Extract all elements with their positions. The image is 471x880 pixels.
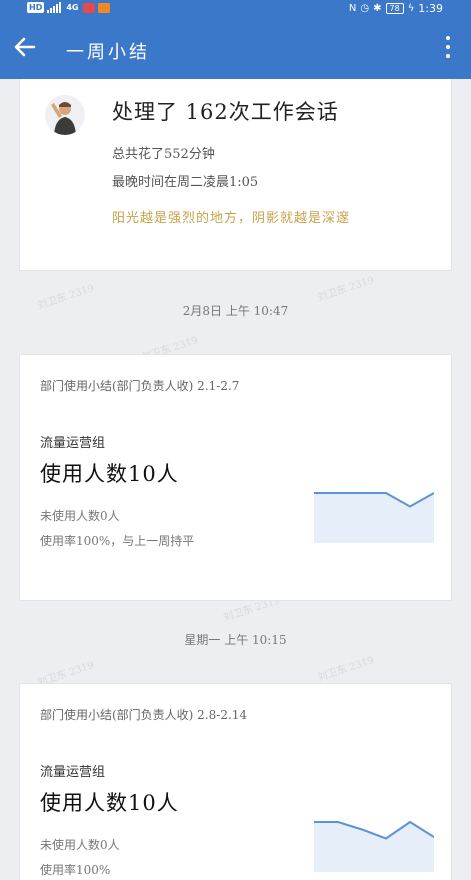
summary-latest-time: 最晚时间在周二凌晨1:05 bbox=[112, 175, 259, 190]
person-salute-icon bbox=[51, 102, 76, 135]
watermark: 刘卫东 2319 bbox=[316, 275, 376, 304]
report-header: 部门使用小结(部门负责人收) 2.8-2.14 bbox=[40, 708, 248, 722]
report-header: 部门使用小结(部门负责人收) 2.1-2.7 bbox=[40, 379, 240, 393]
message-timestamp: 星期一 上午 10:15 bbox=[184, 633, 287, 647]
usage-trend-sparkline bbox=[314, 492, 434, 543]
app-bar: 一周小结 bbox=[0, 18, 471, 79]
report-unused-count: 未使用人数0人 bbox=[40, 838, 120, 852]
battery-icon: 78 bbox=[385, 3, 404, 14]
summary-title: 处理了 162次工作会话 bbox=[112, 100, 339, 124]
page-title: 一周小结 bbox=[66, 42, 150, 63]
report-user-count: 使用人数10人 bbox=[40, 791, 179, 815]
status-time: 1:39 bbox=[418, 2, 443, 15]
more-vert-icon bbox=[443, 36, 453, 58]
summary-quote: 阳光越是强烈的地方，阴影就越是深邃 bbox=[112, 211, 351, 226]
usage-trend-sparkline bbox=[314, 820, 434, 872]
sparkline-area bbox=[314, 493, 434, 543]
bluetooth-icon: ✱ bbox=[373, 3, 382, 14]
report-group-name: 流量运营组 bbox=[40, 436, 106, 451]
nfc-icon: N bbox=[348, 3, 357, 14]
summary-total-time: 总共花了552分钟 bbox=[112, 147, 215, 162]
message-timestamp: 2月8日 上午 10:47 bbox=[182, 304, 289, 318]
report-usage-rate: 使用率100%，与上一周持平 bbox=[40, 534, 195, 548]
notification-icon bbox=[83, 2, 96, 13]
department-report-card[interactable]: 部门使用小结(部门负责人收) 2.8-2.14 流量运营组 使用人数10人 未使… bbox=[19, 683, 452, 880]
charging-icon: ϟ bbox=[407, 3, 415, 14]
avatar bbox=[45, 95, 85, 135]
weekly-summary-card[interactable]: 处理了 162次工作会话 总共花了552分钟 最晚时间在周二凌晨1:05 阳光越… bbox=[19, 79, 452, 271]
alarm-icon: ◷ bbox=[360, 3, 370, 14]
report-usage-rate: 使用率100% bbox=[40, 863, 111, 877]
report-group-name: 流量运营组 bbox=[40, 765, 106, 780]
report-unused-count: 未使用人数0人 bbox=[40, 509, 120, 523]
hd-badge: HD bbox=[27, 2, 45, 13]
more-options-button[interactable] bbox=[443, 36, 453, 62]
back-button[interactable] bbox=[10, 32, 40, 62]
sparkline-area bbox=[314, 822, 434, 872]
back-arrow-icon bbox=[14, 37, 36, 57]
report-user-count: 使用人数10人 bbox=[40, 462, 179, 486]
network-badge: 4G bbox=[66, 3, 79, 12]
watermark: 刘卫东 2319 bbox=[316, 655, 376, 684]
app-notification-icon bbox=[98, 2, 111, 13]
status-bar: HD 4G N ◷ ✱ 78 ϟ 1:39 bbox=[0, 0, 471, 18]
signal-icon bbox=[47, 2, 62, 13]
department-report-card[interactable]: 部门使用小结(部门负责人收) 2.1-2.7 流量运营组 使用人数10人 未使用… bbox=[19, 354, 452, 601]
